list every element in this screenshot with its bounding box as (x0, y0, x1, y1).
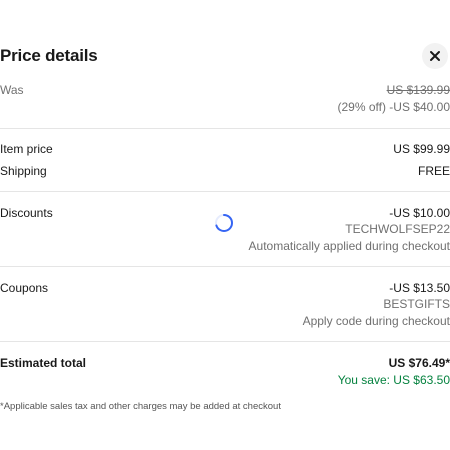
price-details-dialog: Price details Was US $139.99 (29% off) -… (0, 0, 450, 450)
original-price: US $139.99 (386, 83, 450, 97)
discounts-label: Discounts (0, 206, 53, 220)
close-button[interactable] (422, 43, 448, 69)
discount-note: Automatically applied during checkout (248, 239, 450, 253)
estimated-total-label: Estimated total (0, 356, 87, 370)
total-section: Estimated total US $76.49* You save: US … (0, 355, 450, 388)
shipping-label: Shipping (0, 164, 47, 178)
dialog-header: Price details (0, 43, 450, 70)
discount-amount: -US $10.00 (389, 206, 450, 220)
close-icon (430, 51, 440, 61)
divider (0, 341, 450, 342)
coupon-amount: -US $13.50 (389, 281, 450, 295)
tax-footnote: *Applicable sales tax and other charges … (0, 401, 281, 412)
coupons-section: Coupons -US $13.50 BESTGIFTS Apply code … (0, 280, 450, 329)
item-section: Item price US $99.99 Shipping FREE (0, 141, 450, 179)
discount-code: TECHWOLFSEP22 (345, 222, 450, 236)
dialog-title: Price details (0, 46, 98, 65)
divider (0, 266, 450, 267)
was-savings: (29% off) -US $40.00 (337, 100, 450, 114)
estimated-total-value: US $76.49* (388, 356, 450, 370)
was-label: Was (0, 83, 24, 97)
spinner-icon (215, 214, 233, 232)
coupon-code: BESTGIFTS (383, 297, 450, 311)
coupons-label: Coupons (0, 281, 49, 295)
total-savings: You save: US $63.50 (337, 373, 450, 387)
was-section: Was US $139.99 (29% off) -US $40.00 (0, 82, 450, 115)
shipping-value: FREE (417, 164, 450, 178)
item-price-label: Item price (0, 142, 53, 156)
item-price-value: US $99.99 (393, 142, 450, 156)
divider (0, 191, 450, 192)
divider (0, 128, 450, 129)
coupon-note: Apply code during checkout (302, 314, 450, 328)
